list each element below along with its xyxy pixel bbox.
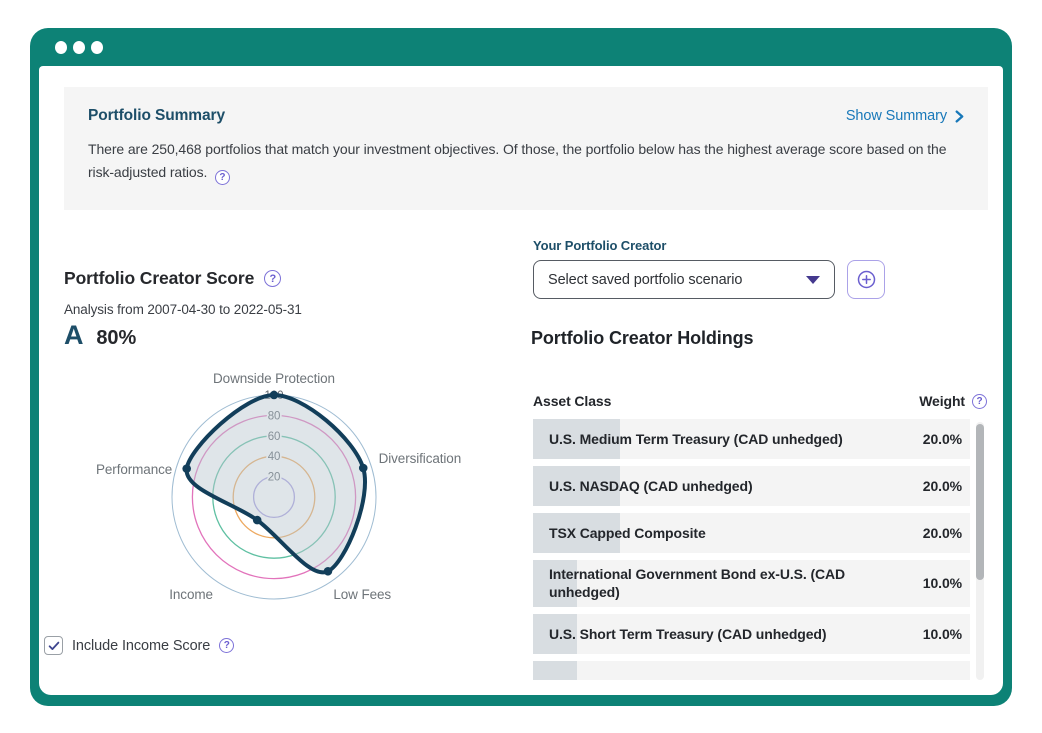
plus-circle-icon — [856, 269, 877, 290]
asset-class-cell: U.S. NASDAQ (CAD unhedged) — [533, 472, 863, 500]
include-income-checkbox[interactable] — [44, 636, 63, 655]
scrollbar-thumb[interactable] — [976, 424, 984, 580]
radar-point — [253, 516, 262, 525]
weight-cell: 10.0% — [923, 575, 970, 591]
table-row[interactable]: International Government Bond ex-U.S. (C… — [533, 560, 970, 607]
holdings-table-header: Asset Class Weight ? — [533, 393, 970, 409]
radar-axis-label: Diversification — [379, 451, 462, 466]
weight-cell: 20.0% — [923, 525, 970, 541]
portfolio-scenario-select[interactable]: Select saved portfolio scenario — [533, 260, 835, 299]
radar-area — [187, 395, 365, 572]
radar-axis-label: Income — [169, 587, 213, 602]
table-row-partial[interactable] — [533, 661, 970, 680]
dropdown-selected-value: Select saved portfolio scenario — [548, 272, 742, 288]
radar-axis-label: Low Fees — [333, 587, 391, 602]
grade-percent: 80% — [96, 327, 136, 350]
radar-point — [270, 391, 279, 400]
weight-bar — [533, 661, 577, 680]
include-income-label: Include Income Score — [72, 638, 210, 654]
chevron-down-icon — [806, 276, 820, 284]
asset-class-cell: TSX Capped Composite — [533, 519, 863, 547]
help-icon[interactable]: ? — [215, 170, 230, 185]
asset-class-column-header: Asset Class — [533, 393, 611, 409]
portfolio-creator-label: Your Portfolio Creator — [533, 238, 666, 253]
window-dot — [91, 41, 103, 54]
radar-point — [324, 567, 333, 576]
summary-title: Portfolio Summary — [88, 107, 225, 125]
portfolio-summary-panel: Portfolio Summary Show Summary There are… — [64, 87, 988, 210]
weight-cell: 20.0% — [923, 431, 970, 447]
table-row[interactable]: U.S. Medium Term Treasury (CAD unhedged)… — [533, 419, 970, 459]
score-header: Portfolio Creator Score ? — [64, 268, 281, 289]
weight-cell: 20.0% — [923, 478, 970, 494]
asset-class-cell: U.S. Medium Term Treasury (CAD unhedged) — [533, 425, 863, 453]
window-dot — [55, 41, 67, 54]
add-scenario-button[interactable] — [847, 260, 885, 299]
table-row[interactable]: U.S. NASDAQ (CAD unhedged) 20.0% — [533, 466, 970, 506]
show-summary-label: Show Summary — [846, 108, 947, 124]
chevron-right-icon — [955, 110, 964, 123]
holdings-table: U.S. Medium Term Treasury (CAD unhedged)… — [533, 419, 970, 680]
radar-axis-label: Downside Protection — [213, 371, 335, 386]
check-icon — [48, 641, 60, 651]
summary-text: There are 250,468 portfolios that match … — [88, 138, 964, 185]
radar-point — [359, 464, 368, 473]
analysis-date-range: Analysis from 2007-04-30 to 2022-05-31 — [64, 302, 302, 317]
asset-class-cell: U.S. Short Term Treasury (CAD unhedged) — [533, 620, 863, 648]
table-row[interactable]: TSX Capped Composite 20.0% — [533, 513, 970, 553]
holdings-scrollbar — [976, 422, 984, 680]
holdings-title: Portfolio Creator Holdings — [531, 328, 753, 349]
window-dot — [73, 41, 85, 54]
help-icon[interactable]: ? — [972, 394, 987, 409]
help-icon[interactable]: ? — [264, 270, 281, 287]
score-grade: A 80% — [64, 320, 136, 351]
score-title: Portfolio Creator Score — [64, 268, 254, 289]
help-icon[interactable]: ? — [219, 638, 234, 653]
grade-letter: A — [64, 320, 83, 351]
weight-column-header: Weight — [919, 393, 965, 409]
table-row[interactable]: U.S. Short Term Treasury (CAD unhedged) 1… — [533, 614, 970, 654]
browser-window: Portfolio Summary Show Summary There are… — [30, 28, 1012, 706]
show-summary-link[interactable]: Show Summary — [846, 108, 964, 124]
window-content: Portfolio Summary Show Summary There are… — [39, 66, 1003, 695]
window-titlebar — [30, 28, 1012, 66]
radar-point — [182, 464, 191, 473]
include-income-toggle[interactable]: Include Income Score ? — [44, 636, 234, 655]
weight-cell: 10.0% — [923, 626, 970, 642]
radar-axis-label: Performance — [96, 462, 172, 477]
asset-class-cell: International Government Bond ex-U.S. (C… — [533, 560, 863, 607]
